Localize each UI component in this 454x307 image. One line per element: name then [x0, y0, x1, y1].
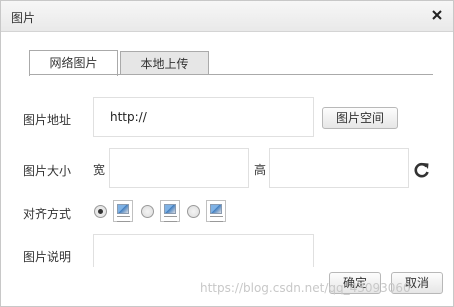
align-right-radio[interactable]	[187, 205, 200, 218]
watermark: https://blog.csdn.net/qq_43093060	[200, 281, 411, 295]
align-label: 对齐方式	[23, 207, 72, 221]
align-right-icon	[206, 200, 226, 222]
height-label: 高	[254, 163, 267, 177]
url-label: 图片地址	[23, 113, 72, 127]
align-default-icon	[113, 200, 133, 222]
height-input[interactable]	[269, 148, 409, 188]
desc-input[interactable]	[93, 234, 314, 267]
dialog-titlebar[interactable]: 图片	[1, 1, 453, 32]
tab-network-image[interactable]: 网络图片	[29, 50, 118, 76]
refresh-icon[interactable]	[413, 161, 431, 179]
image-dialog: 图片 网络图片 本地上传 图片地址 http:// 图片空间 图片大小 宽 高 …	[0, 0, 454, 307]
desc-label: 图片说明	[23, 250, 72, 264]
dialog-title: 图片	[11, 11, 36, 25]
align-default-radio[interactable]	[94, 205, 107, 218]
align-left-icon	[160, 200, 180, 222]
url-input-value: http://	[110, 110, 147, 124]
width-label: 宽	[93, 163, 106, 177]
tab-local-upload[interactable]: 本地上传	[120, 51, 209, 74]
close-icon[interactable]	[429, 7, 445, 23]
size-label: 图片大小	[23, 164, 72, 178]
image-space-button[interactable]: 图片空间	[322, 107, 398, 129]
url-input[interactable]: http://	[93, 97, 314, 137]
width-input[interactable]	[109, 148, 249, 188]
align-left-radio[interactable]	[141, 205, 154, 218]
tab-divider	[29, 74, 433, 75]
